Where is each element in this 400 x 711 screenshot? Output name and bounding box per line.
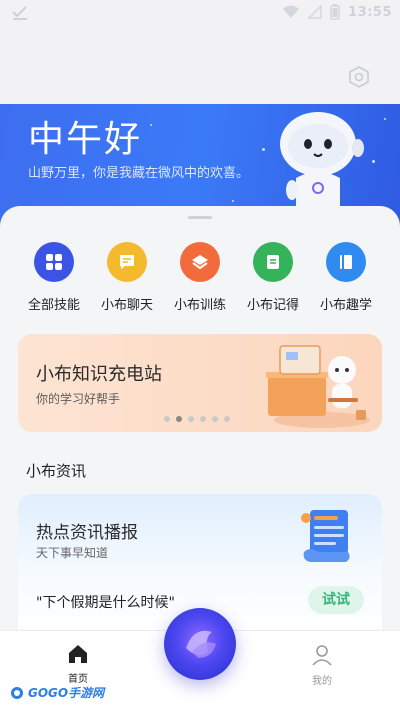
feature-training[interactable]: 小布训练 — [167, 242, 233, 313]
book-icon — [340, 255, 352, 269]
grid-icon — [46, 254, 62, 270]
wifi-icon — [283, 5, 300, 18]
feature-icon-bg — [107, 242, 147, 282]
study-robot-illustration-icon — [266, 345, 370, 428]
feature-remember[interactable]: 小布记得 — [240, 242, 306, 313]
greeting-title: 中午好 — [28, 119, 143, 160]
feature-icon-bg — [253, 242, 293, 282]
feature-icon-bg — [34, 242, 74, 282]
feature-chat[interactable]: 小布聊天 — [94, 242, 160, 313]
feature-label: 全部技能 — [27, 298, 80, 313]
news-scroll-icon — [301, 510, 350, 562]
note-icon — [267, 255, 279, 269]
status-bar: 13:55 — [0, 0, 400, 28]
user-icon — [312, 645, 332, 666]
pagination-dot[interactable] — [188, 416, 194, 422]
star-decoration — [372, 160, 375, 163]
section-title: 小布资讯 — [26, 462, 87, 480]
signal-icon — [308, 5, 322, 19]
watermark-text: GOGO手游网 — [28, 686, 105, 700]
site-watermark: GOGO手游网 — [10, 684, 104, 701]
feature-label: 小布训练 — [173, 298, 226, 313]
nav-mine-tab[interactable]: 我的 — [302, 644, 342, 687]
try-button[interactable]: 试试 — [308, 586, 364, 614]
nav-mine-label: 我的 — [312, 676, 332, 687]
assistant-orb-icon — [186, 630, 216, 658]
star-decoration — [262, 148, 265, 151]
banner-title: 小布知识充电站 — [36, 364, 162, 385]
feature-label: 小布记得 — [246, 298, 299, 313]
feature-icon-bg — [326, 242, 366, 282]
feature-label: 小布趣学 — [319, 298, 372, 313]
nav-home-tab[interactable]: 首页 — [58, 644, 98, 685]
feature-label: 小布聊天 — [100, 298, 153, 313]
pagination-dot[interactable] — [164, 416, 170, 422]
sheet-drag-handle[interactable] — [188, 216, 212, 219]
feature-icon-bg — [180, 242, 220, 282]
star-decoration — [232, 200, 234, 202]
greeting-subtitle: 山野万里，你是我藏在微风中的欢喜。 — [28, 166, 250, 181]
star-decoration — [150, 124, 152, 126]
banner-pagination — [164, 416, 230, 422]
pagination-dot[interactable] — [212, 416, 218, 422]
star-decoration — [384, 118, 386, 120]
nav-home-label: 首页 — [68, 674, 88, 685]
news-title: 热点资讯播报 — [36, 523, 138, 543]
voice-assistant-button[interactable] — [164, 608, 236, 680]
feature-fun-learning[interactable]: 小布趣学 — [313, 242, 379, 313]
download-done-icon — [12, 6, 27, 20]
battery-icon — [330, 4, 340, 20]
gogo-logo-icon — [11, 686, 23, 699]
home-icon — [69, 645, 87, 663]
chat-icon — [120, 255, 134, 269]
suggested-question: "下个假期是什么时候" — [36, 595, 175, 611]
pagination-dot-active[interactable] — [176, 416, 182, 422]
top-area — [0, 28, 400, 108]
pagination-dot[interactable] — [200, 416, 206, 422]
status-time: 13:55 — [348, 4, 392, 20]
settings-icon[interactable] — [348, 66, 370, 88]
banner-subtitle: 你的学习好帮手 — [36, 392, 121, 406]
layers-icon — [192, 255, 208, 270]
robot-mascot-icon — [280, 112, 364, 206]
pagination-dot[interactable] — [224, 416, 230, 422]
feature-all-skills[interactable]: 全部技能 — [21, 242, 87, 313]
news-subtitle: 天下事早知道 — [36, 546, 109, 560]
